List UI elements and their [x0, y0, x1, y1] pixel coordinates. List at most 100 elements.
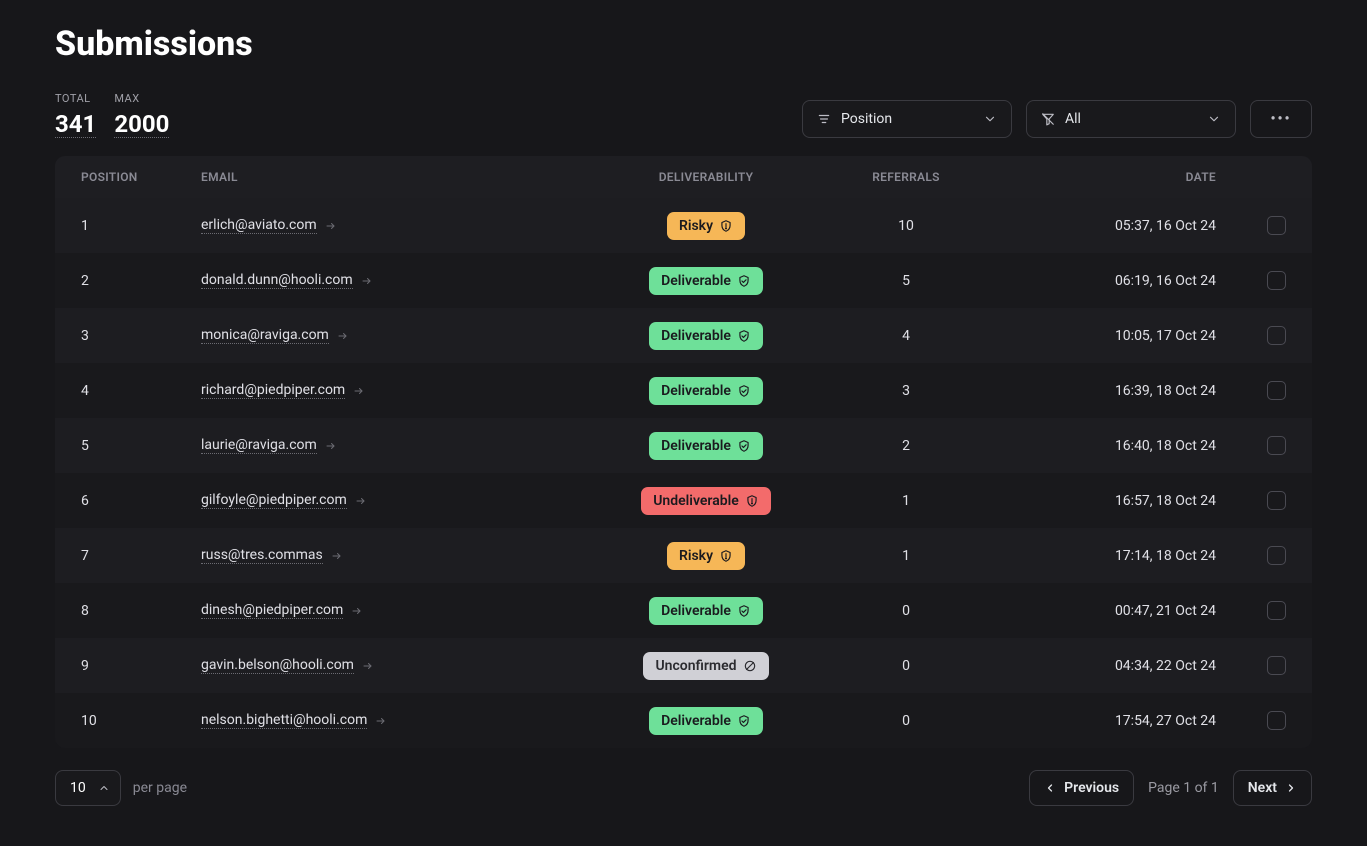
sort-select[interactable]: Position: [802, 100, 1012, 138]
row-checkbox[interactable]: [1267, 271, 1286, 290]
cell-referrals: 3: [826, 383, 986, 399]
chevron-left-icon: [1044, 782, 1056, 794]
cell-date: 16:40, 18 Oct 24: [986, 438, 1216, 454]
sort-icon: [817, 112, 831, 126]
row-checkbox[interactable]: [1267, 326, 1286, 345]
table-row: 1erlich@aviato.com Risky 1005:37, 16 Oct 2…: [55, 198, 1312, 253]
cell-email: nelson.bighetti@hooli.com: [201, 712, 586, 729]
filter-select-value: All: [1065, 111, 1081, 127]
email-link[interactable]: gavin.belson@hooli.com: [201, 657, 354, 674]
deliverability-badge: Risky: [667, 542, 745, 570]
cell-deliverability: Risky: [586, 212, 826, 240]
deliverability-badge: Deliverable: [649, 377, 763, 405]
shield-icon: [719, 549, 733, 563]
row-checkbox[interactable]: [1267, 491, 1286, 510]
email-link[interactable]: monica@raviga.com: [201, 327, 329, 344]
shield-icon: [743, 659, 757, 673]
col-deliverability: DELIVERABILITY: [586, 170, 826, 184]
badge-label: Unconfirmed: [655, 658, 736, 674]
chevron-down-icon: [983, 112, 997, 126]
filter-select[interactable]: All: [1026, 100, 1236, 138]
table-row: 9gavin.belson@hooli.comUnconfirmed004:34…: [55, 638, 1312, 693]
per-page-label: per page: [133, 780, 187, 796]
table-row: 4richard@piedpiper.comDeliverable316:39,…: [55, 363, 1312, 418]
deliverability-badge: Unconfirmed: [643, 652, 768, 680]
cell-referrals: 5: [826, 273, 986, 289]
cell-position: 8: [81, 603, 201, 619]
badge-label: Risky: [679, 218, 713, 234]
email-link[interactable]: erlich@aviato.com: [201, 217, 317, 234]
cell-deliverability: Unconfirmed: [586, 652, 826, 680]
next-button[interactable]: Next: [1233, 770, 1312, 806]
cell-date: 04:34, 22 Oct 24: [986, 658, 1216, 674]
stat-max-label: MAX: [114, 92, 169, 105]
row-checkbox[interactable]: [1267, 381, 1286, 400]
stats-group: TOTAL 341 MAX 2000: [55, 92, 169, 138]
cell-date: 10:05, 17 Oct 24: [986, 328, 1216, 344]
arrow-right-icon: [325, 220, 337, 232]
deliverability-badge: Deliverable: [649, 707, 763, 735]
email-link[interactable]: richard@piedpiper.com: [201, 382, 345, 399]
shield-icon: [737, 384, 751, 398]
arrow-right-icon: [362, 660, 374, 672]
cell-position: 6: [81, 493, 201, 509]
row-checkbox[interactable]: [1267, 546, 1286, 565]
cell-email: donald.dunn@hooli.com: [201, 272, 586, 289]
cell-date: 16:57, 18 Oct 24: [986, 493, 1216, 509]
previous-button[interactable]: Previous: [1029, 770, 1134, 806]
stat-max-value: 2000: [114, 111, 169, 138]
cell-referrals: 0: [826, 603, 986, 619]
next-label: Next: [1248, 780, 1277, 796]
row-checkbox[interactable]: [1267, 711, 1286, 730]
cell-deliverability: Deliverable: [586, 267, 826, 295]
email-link[interactable]: nelson.bighetti@hooli.com: [201, 712, 367, 729]
cell-deliverability: Deliverable: [586, 707, 826, 735]
per-page-select[interactable]: 10: [55, 770, 121, 806]
cell-date: 17:54, 27 Oct 24: [986, 713, 1216, 729]
email-link[interactable]: gilfoyle@piedpiper.com: [201, 492, 347, 509]
cell-referrals: 2: [826, 438, 986, 454]
cell-referrals: 10: [826, 218, 986, 234]
email-link[interactable]: laurie@raviga.com: [201, 437, 317, 454]
cell-position: 5: [81, 438, 201, 454]
row-checkbox[interactable]: [1267, 656, 1286, 675]
col-email: EMAIL: [201, 170, 586, 184]
cell-position: 1: [81, 218, 201, 234]
cell-deliverability: Deliverable: [586, 322, 826, 350]
deliverability-badge: Deliverable: [649, 322, 763, 350]
shield-icon: [737, 329, 751, 343]
deliverability-badge: Risky: [667, 212, 745, 240]
row-checkbox[interactable]: [1267, 436, 1286, 455]
deliverability-badge: Deliverable: [649, 267, 763, 295]
cell-email: gavin.belson@hooli.com: [201, 657, 586, 674]
cell-email: laurie@raviga.com: [201, 437, 586, 454]
table-row: 5laurie@raviga.com Deliverable216:40, 18 …: [55, 418, 1312, 473]
cell-referrals: 0: [826, 658, 986, 674]
shield-icon: [719, 219, 733, 233]
page-info: Page 1 of 1: [1148, 780, 1219, 796]
cell-email: russ@tres.commas: [201, 547, 586, 564]
cell-date: 05:37, 16 Oct 24: [986, 218, 1216, 234]
email-link[interactable]: russ@tres.commas: [201, 547, 323, 564]
more-actions-button[interactable]: •••: [1250, 100, 1312, 138]
badge-label: Risky: [679, 548, 713, 564]
cell-deliverability: Risky: [586, 542, 826, 570]
email-link[interactable]: dinesh@piedpiper.com: [201, 602, 343, 619]
row-checkbox[interactable]: [1267, 216, 1286, 235]
arrow-right-icon: [361, 275, 373, 287]
cell-date: 06:19, 16 Oct 24: [986, 273, 1216, 289]
cell-email: erlich@aviato.com: [201, 217, 586, 234]
stat-total-label: TOTAL: [55, 92, 96, 105]
row-checkbox[interactable]: [1267, 601, 1286, 620]
cell-email: monica@raviga.com: [201, 327, 586, 344]
cell-email: dinesh@piedpiper.com: [201, 602, 586, 619]
email-link[interactable]: donald.dunn@hooli.com: [201, 272, 353, 289]
cell-date: 16:39, 18 Oct 24: [986, 383, 1216, 399]
badge-label: Undeliverable: [653, 493, 739, 509]
badge-label: Deliverable: [661, 273, 731, 289]
cell-deliverability: Deliverable: [586, 432, 826, 460]
cell-deliverability: Deliverable: [586, 597, 826, 625]
badge-label: Deliverable: [661, 383, 731, 399]
arrow-right-icon: [337, 330, 349, 342]
deliverability-badge: Deliverable: [649, 597, 763, 625]
